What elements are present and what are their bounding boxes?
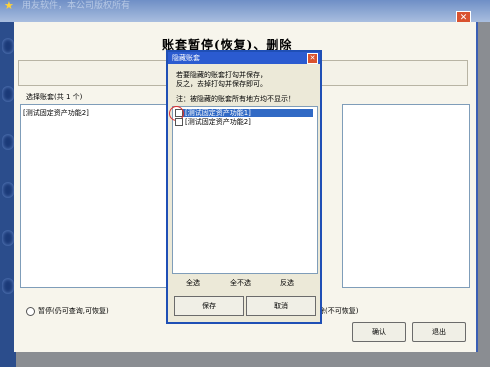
list-item[interactable]: [测试固定资产功能2] <box>23 108 89 118</box>
account-list[interactable]: [测试固定资产功能2] <box>20 104 178 288</box>
app-titlebar: ★ 用友软件，本公司版权所有 <box>0 0 490 22</box>
desktop-icon <box>2 134 14 150</box>
dialog-titlebar: 隐藏账套 ✕ <box>168 52 320 64</box>
exit-button[interactable]: 退出 <box>412 322 466 342</box>
desktop-icon <box>2 38 14 54</box>
desktop-icon <box>2 230 14 246</box>
dialog-item-label: [测试固定资产功能1] <box>185 109 251 117</box>
select-none-button[interactable]: 全不选 <box>230 278 251 288</box>
save-button[interactable]: 保存 <box>174 296 244 316</box>
desktop-icon <box>2 86 14 102</box>
hide-account-dialog: 隐藏账套 ✕ 若要隐藏的账套打勾并保存， 反之，去掉打勾并保存即可。 注：被隐藏… <box>166 50 322 324</box>
dialog-close-button[interactable]: ✕ <box>307 53 318 64</box>
app-logo-icon: ★ <box>4 0 14 12</box>
radio-delete-label[interactable]: 除(不可恢复) <box>318 306 358 316</box>
dialog-note: 注：被隐藏的账套所有地方均不显示！ <box>176 95 295 103</box>
dialog-list-item[interactable]: [测试固定资产功能1] <box>169 106 313 121</box>
checkbox-icon[interactable] <box>175 118 183 126</box>
app-title: 用友软件，本公司版权所有 <box>22 1 131 11</box>
radio-pause[interactable]: 暂停(仍可查询,可恢复) <box>26 306 109 316</box>
dialog-title: 隐藏账套 <box>172 54 200 62</box>
radio-pause-label: 暂停(仍可查询,可恢复) <box>38 307 109 315</box>
confirm-button[interactable]: 确认 <box>352 322 406 342</box>
desktop-icon <box>2 278 14 294</box>
invert-selection-button[interactable]: 反选 <box>280 278 294 288</box>
cancel-button[interactable]: 取消 <box>246 296 316 316</box>
desktop-icon <box>2 182 14 198</box>
dialog-instruction-2: 反之，去掉打勾并保存即可。 <box>176 80 267 88</box>
list-header: 选择账套(共 1 个) <box>26 93 83 101</box>
dialog-item-label: [测试固定资产功能2] <box>185 118 251 126</box>
detail-panel <box>342 104 470 288</box>
radio-circle-icon <box>26 306 35 316</box>
dialog-list-item[interactable]: [测试固定资产功能2] <box>175 118 251 126</box>
select-all-button[interactable]: 全选 <box>186 278 200 288</box>
dialog-account-list[interactable]: [测试固定资产功能1] [测试固定资产功能2] <box>169 106 318 274</box>
